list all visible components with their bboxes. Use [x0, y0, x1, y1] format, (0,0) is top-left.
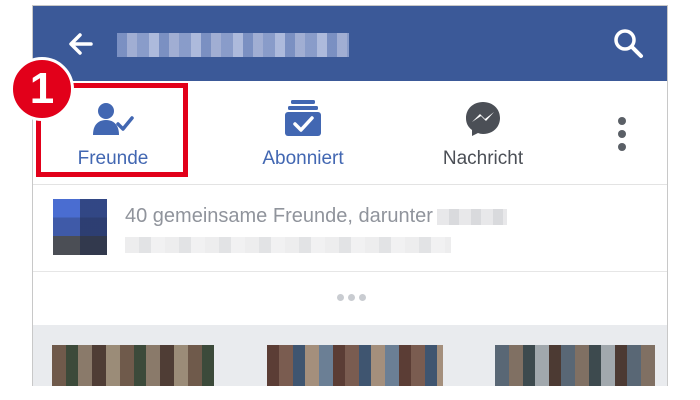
mutual-friend-name-blurred: [436, 208, 507, 225]
messenger-icon: [466, 102, 500, 136]
photo-thumbnail[interactable]: [495, 345, 655, 386]
photo-thumbnail[interactable]: [267, 345, 443, 386]
mutual-friends-names-blurred: [125, 237, 451, 253]
more-vertical-icon[interactable]: [613, 117, 631, 157]
mutual-friends-text: 40 gemeinsame Freunde, darunter: [125, 205, 507, 228]
search-icon[interactable]: [611, 26, 645, 60]
app-bar: [33, 6, 667, 81]
show-more-row[interactable]: [33, 272, 667, 325]
message-button[interactable]: Nachricht: [413, 81, 553, 184]
annotation-step-badge: 1: [10, 57, 74, 121]
profile-screen: Freunde Abonniert Nachricht 40 gemeinsam…: [32, 5, 668, 386]
more-horizontal-icon: [337, 294, 373, 304]
photo-thumbnail[interactable]: [52, 345, 214, 386]
message-label: Nachricht: [442, 148, 524, 169]
arrow-left-icon[interactable]: [61, 24, 101, 64]
mutual-friend-avatar: [53, 199, 107, 255]
subscribed-button[interactable]: Abonniert: [233, 81, 373, 184]
profile-name-blurred: [117, 33, 349, 57]
mutual-friends-row[interactable]: 40 gemeinsame Freunde, darunter: [33, 185, 667, 272]
subscribed-icon: [285, 100, 321, 136]
subscribed-label: Abonniert: [262, 148, 344, 169]
photo-strip: [33, 325, 667, 386]
